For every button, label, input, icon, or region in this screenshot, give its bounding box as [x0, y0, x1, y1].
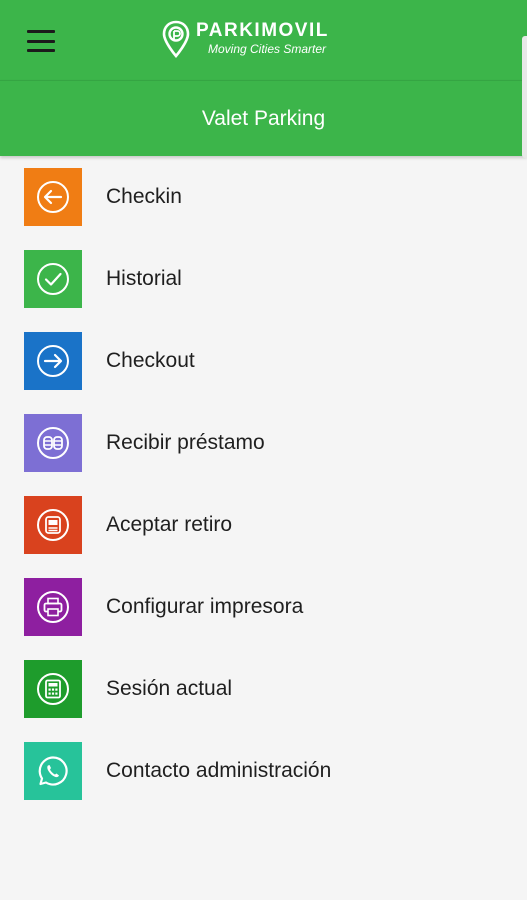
contacto-administracion-tile [24, 742, 82, 800]
menu-item-label: Sesión actual [106, 677, 233, 700]
configurar-impresora-tile [24, 578, 82, 636]
menu-item-label: Recibir préstamo [106, 431, 265, 454]
brand-name: PARKIMOVIL [196, 20, 329, 41]
aceptar-retiro-tile [24, 496, 82, 554]
menu-item-aceptar-retiro[interactable]: Aceptar retiro [0, 484, 527, 566]
hamburger-menu-icon[interactable] [24, 28, 58, 54]
menu-item-label: Historial [106, 267, 182, 290]
menu-item-configurar-impresora[interactable]: Configurar impresora [0, 566, 527, 648]
section-title: Valet Parking [201, 106, 326, 130]
menu-item-recibir-prestamo[interactable]: Recibir préstamo [0, 402, 527, 484]
menu-item-label: Configurar impresora [106, 595, 304, 618]
arrow-right-circle-icon [37, 345, 69, 377]
recibir-prestamo-tile [24, 414, 82, 472]
menu-item-sesion-actual[interactable]: Sesión actual [0, 648, 527, 730]
section-header: Valet Parking [0, 80, 527, 156]
cash-register-icon [37, 509, 69, 541]
location-pin-icon [162, 20, 190, 58]
menu-item-label: Aceptar retiro [106, 513, 233, 536]
coins-icon [37, 427, 69, 459]
arrow-left-circle-icon [37, 181, 69, 213]
checkout-tile [24, 332, 82, 390]
menu-item-contacto-administracion[interactable]: Contacto administración [0, 730, 527, 812]
check-circle-icon [37, 263, 69, 295]
historial-tile [24, 250, 82, 308]
menu-item-checkin[interactable]: Checkin [0, 156, 527, 238]
whatsapp-icon [38, 756, 68, 786]
menu-item-historial[interactable]: Historial [0, 238, 527, 320]
calculator-icon [37, 673, 69, 705]
menu-item-label: Checkout [106, 349, 195, 372]
app-bar: PARKIMOVIL Moving Cities Smarter [0, 0, 527, 80]
menu-item-checkout[interactable]: Checkout [0, 320, 527, 402]
brand-logo: PARKIMOVIL Moving Cities Smarter [162, 20, 329, 60]
checkin-tile [24, 168, 82, 226]
printer-icon [37, 591, 69, 623]
menu-item-label: Contacto administración [106, 759, 332, 782]
brand-tagline: Moving Cities Smarter [208, 42, 327, 56]
menu-item-label: Checkin [106, 185, 182, 208]
side-panel-edge[interactable] [522, 36, 527, 158]
sesion-actual-tile [24, 660, 82, 718]
